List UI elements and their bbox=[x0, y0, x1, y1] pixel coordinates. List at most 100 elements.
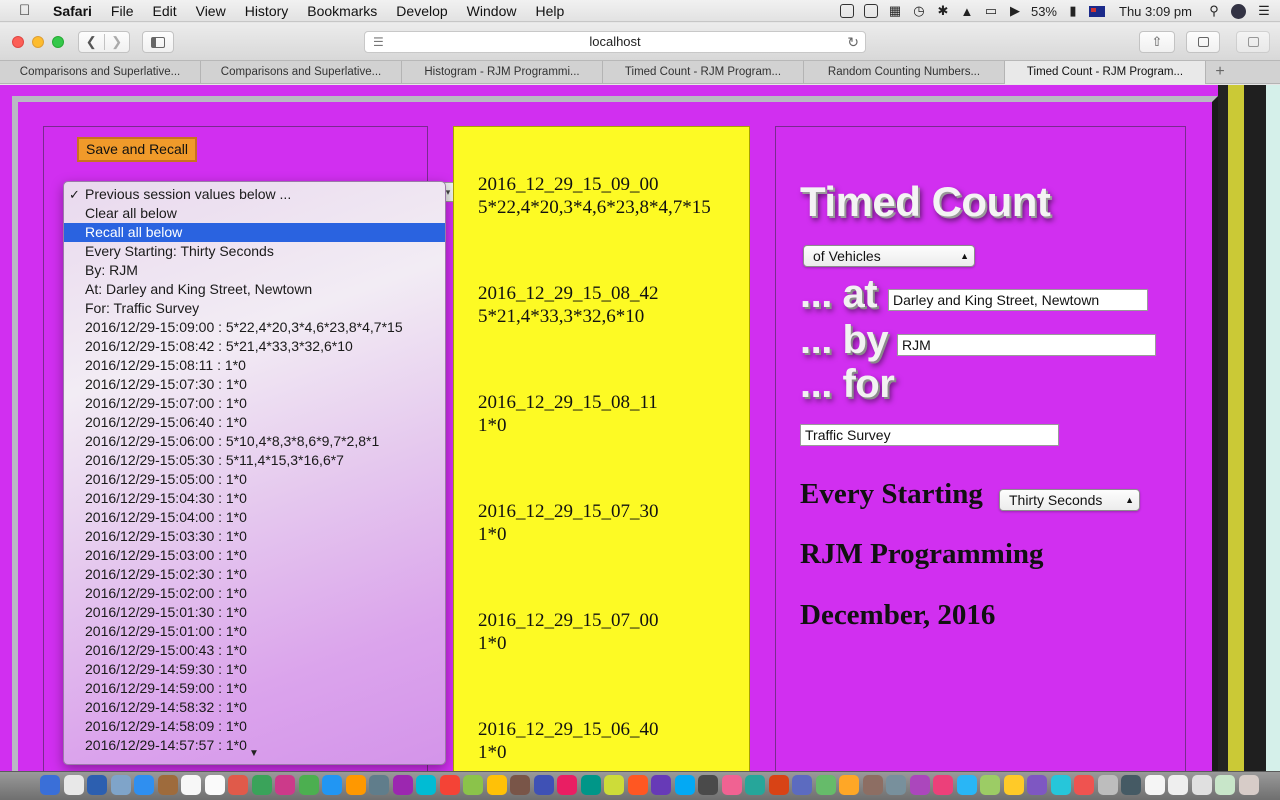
dropdown-option[interactable]: Clear all below bbox=[64, 204, 445, 223]
menu-history[interactable]: History bbox=[245, 3, 289, 19]
dropdown-option[interactable]: 2016/12/29-15:07:00 : 1*0 bbox=[64, 394, 445, 413]
dropdown-option[interactable]: 2016/12/29-15:01:30 : 1*0 bbox=[64, 603, 445, 622]
dropdown-option[interactable]: 2016/12/29-15:03:00 : 1*0 bbox=[64, 546, 445, 565]
notification-center-icon[interactable]: ☰ bbox=[1256, 0, 1272, 22]
for-input[interactable]: Traffic Survey bbox=[800, 424, 1059, 446]
dock-app-icon[interactable] bbox=[228, 775, 248, 795]
dropdown-option[interactable]: 2016/12/29-15:02:00 : 1*0 bbox=[64, 584, 445, 603]
dock-app-icon[interactable] bbox=[1097, 775, 1118, 795]
dock-app-icon[interactable] bbox=[40, 775, 60, 795]
dropdown-option[interactable]: For: Traffic Survey bbox=[64, 299, 445, 318]
dock-app-icon[interactable] bbox=[1144, 775, 1165, 795]
battery-percent[interactable]: 53% bbox=[1031, 0, 1057, 22]
minimize-window-button[interactable] bbox=[32, 36, 44, 48]
input-flag-icon[interactable] bbox=[1089, 0, 1105, 22]
new-window-button[interactable] bbox=[1236, 31, 1270, 53]
dock-app-icon[interactable] bbox=[439, 775, 460, 795]
menu-help[interactable]: Help bbox=[535, 3, 564, 19]
battery-icon[interactable]: ▮ bbox=[1065, 0, 1081, 22]
dropdown-option[interactable]: 2016/12/29-15:03:30 : 1*0 bbox=[64, 527, 445, 546]
dock-app-icon[interactable] bbox=[322, 775, 342, 795]
dock-app-icon[interactable] bbox=[63, 775, 84, 795]
dock-app-icon[interactable] bbox=[674, 775, 695, 795]
spotlight-search-icon[interactable]: ⚲ bbox=[1206, 0, 1222, 22]
dock-app-icon[interactable] bbox=[1003, 775, 1024, 795]
dock-app-icon[interactable] bbox=[345, 775, 366, 795]
reader-icon[interactable]: ☰ bbox=[373, 32, 384, 52]
dock-app-icon[interactable] bbox=[745, 775, 765, 795]
dropdown-option[interactable]: 2016/12/29-14:58:32 : 1*0 bbox=[64, 698, 445, 717]
at-input[interactable]: Darley and King Street, Newtown bbox=[888, 289, 1148, 311]
dock-app-icon[interactable] bbox=[533, 775, 554, 795]
scroll-down-arrow-icon[interactable]: ▼ bbox=[249, 748, 259, 759]
menu-window[interactable]: Window bbox=[467, 3, 517, 19]
zoom-window-button[interactable] bbox=[52, 36, 64, 48]
dock-app-icon[interactable] bbox=[275, 775, 295, 795]
reload-icon[interactable]: ↻ bbox=[847, 32, 859, 52]
dock-app-icon[interactable] bbox=[251, 775, 272, 795]
dock-app-icon[interactable] bbox=[839, 775, 859, 795]
dock-app-icon[interactable] bbox=[1074, 775, 1094, 795]
dock-app-icon[interactable] bbox=[157, 775, 178, 795]
dock-app-icon[interactable] bbox=[604, 775, 624, 795]
show-tabs-button[interactable] bbox=[1186, 31, 1220, 53]
tab-3[interactable]: Histogram - RJM Programmi... bbox=[402, 61, 603, 84]
dock-app-icon[interactable] bbox=[815, 775, 836, 795]
dropdown-option[interactable]: At: Darley and King Street, Newtown bbox=[64, 280, 445, 299]
dropdown-option[interactable]: 2016/12/29-15:06:40 : 1*0 bbox=[64, 413, 445, 432]
dock-app-icon[interactable] bbox=[768, 775, 789, 795]
dropdown-option[interactable]: 2016/12/29-15:05:30 : 5*11,4*15,3*16,6*7 bbox=[64, 451, 445, 470]
menu-app-name[interactable]: Safari bbox=[53, 3, 92, 19]
dropdown-option[interactable]: 2016/12/29-15:09:00 : 5*22,4*20,3*4,6*23… bbox=[64, 318, 445, 337]
share-button[interactable]: ⇧ bbox=[1139, 31, 1175, 53]
dock-app-icon[interactable] bbox=[627, 775, 648, 795]
dropdown-option[interactable]: 2016/12/29-14:59:00 : 1*0 bbox=[64, 679, 445, 698]
dock-app-icon[interactable] bbox=[87, 775, 107, 795]
of-select[interactable]: of Vehicles ▲ bbox=[803, 245, 975, 267]
dock-app-icon[interactable] bbox=[557, 775, 577, 795]
apple-menu-icon[interactable]:  bbox=[19, 2, 37, 19]
back-button[interactable]: ❮ bbox=[79, 34, 104, 50]
dock-app-icon[interactable] bbox=[1050, 775, 1071, 795]
sidebar-toggle-button[interactable] bbox=[142, 31, 174, 53]
dock-app-icon[interactable] bbox=[862, 775, 883, 795]
save-and-recall-button[interactable]: Save and Recall bbox=[77, 137, 197, 162]
close-window-button[interactable] bbox=[12, 36, 24, 48]
menu-develop[interactable]: Develop bbox=[396, 3, 447, 19]
dock-app-icon[interactable] bbox=[486, 775, 507, 795]
status-app-icon[interactable] bbox=[839, 0, 855, 22]
dropdown-option[interactable]: 2016/12/29-15:00:43 : 1*0 bbox=[64, 641, 445, 660]
dock-app-icon[interactable] bbox=[1168, 775, 1188, 795]
dock-app-icon[interactable] bbox=[416, 775, 436, 795]
dropdown-option[interactable]: 2016/12/29-15:04:30 : 1*0 bbox=[64, 489, 445, 508]
dock-app-icon[interactable] bbox=[1215, 775, 1235, 795]
wifi-icon[interactable]: ▲ bbox=[959, 0, 975, 22]
dropdown-option[interactable]: 2016/12/29-15:01:00 : 1*0 bbox=[64, 622, 445, 641]
dock-app-icon[interactable] bbox=[886, 775, 906, 795]
status-app-icon-2[interactable] bbox=[863, 0, 879, 22]
dock-app-icon[interactable] bbox=[369, 775, 389, 795]
dock-app-icon[interactable] bbox=[980, 775, 1000, 795]
dropdown-option[interactable]: 2016/12/29-15:05:00 : 1*0 bbox=[64, 470, 445, 489]
dock-app-icon[interactable] bbox=[1238, 775, 1259, 795]
dock-app-icon[interactable] bbox=[463, 775, 483, 795]
address-bar[interactable]: ☰ localhost ↻ bbox=[364, 31, 866, 53]
menu-bookmarks[interactable]: Bookmarks bbox=[307, 3, 377, 19]
by-input[interactable]: RJM bbox=[897, 334, 1156, 356]
dock-app-icon[interactable] bbox=[580, 775, 601, 795]
new-tab-button[interactable]: + bbox=[1206, 61, 1234, 83]
bluetooth-icon[interactable]: ✱ bbox=[935, 0, 951, 22]
dock-app-icon[interactable] bbox=[792, 775, 812, 795]
menu-file[interactable]: File bbox=[111, 3, 134, 19]
menu-view[interactable]: View bbox=[196, 3, 226, 19]
dock-app-icon[interactable] bbox=[110, 775, 131, 795]
dock-app-icon[interactable] bbox=[1191, 775, 1212, 795]
dropdown-option[interactable]: 2016/12/29-14:59:30 : 1*0 bbox=[64, 660, 445, 679]
status-grid-icon[interactable]: ▦ bbox=[887, 0, 903, 22]
tab-4[interactable]: Timed Count - RJM Program... bbox=[603, 61, 804, 84]
dock-app-icon[interactable] bbox=[1027, 775, 1047, 795]
siri-icon[interactable] bbox=[1230, 0, 1246, 22]
tab-1[interactable]: Comparisons and Superlative... bbox=[0, 61, 201, 84]
dropdown-option[interactable]: 2016/12/29-15:08:11 : 1*0 bbox=[64, 356, 445, 375]
clock[interactable]: Thu 3:09 pm bbox=[1119, 0, 1192, 22]
